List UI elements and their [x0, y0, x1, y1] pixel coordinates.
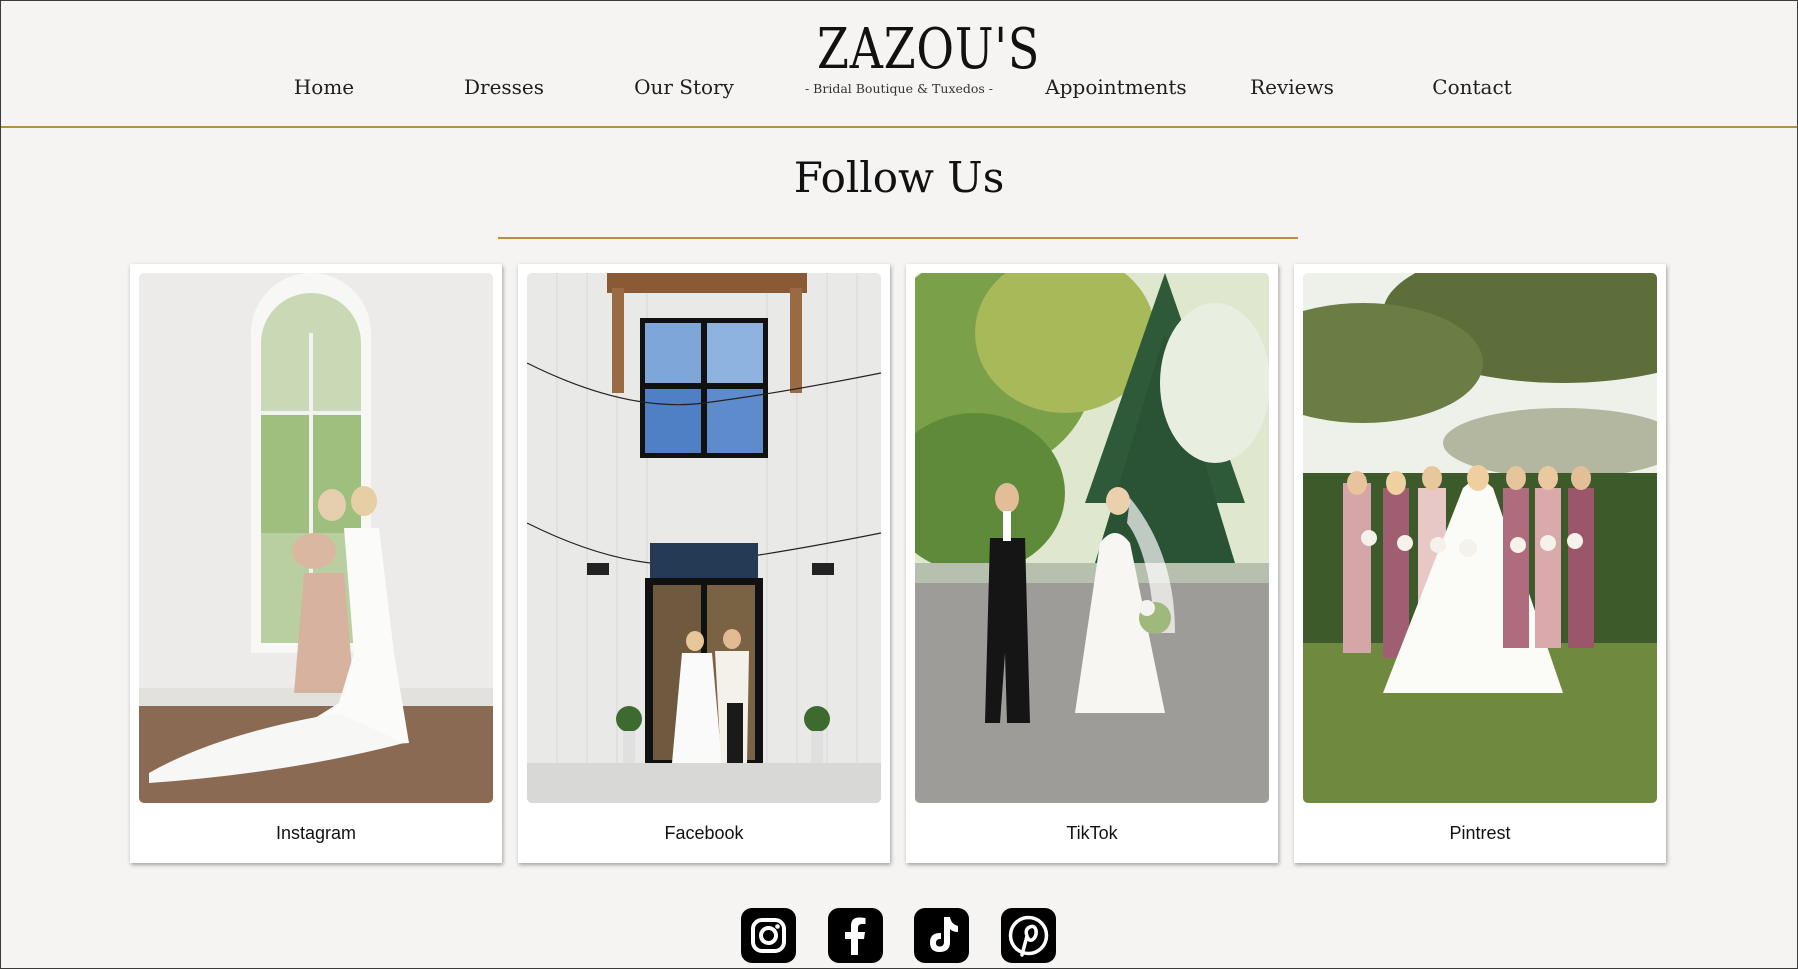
- nav-reviews[interactable]: Reviews: [1250, 75, 1334, 99]
- bridal-party-photo: [1303, 273, 1657, 803]
- tiktok-card[interactable]: TikTok: [906, 264, 1278, 863]
- card-label-pintrest: Pintrest: [1449, 823, 1511, 843]
- bride-getting-dressed-photo: [139, 273, 493, 803]
- tiktok-icon[interactable]: [914, 908, 969, 963]
- nav-our-story[interactable]: Our Story: [634, 75, 734, 99]
- nav-contact[interactable]: Contact: [1432, 75, 1511, 99]
- card-label-tiktok: TikTok: [1066, 823, 1118, 843]
- nav-appointments[interactable]: Appointments: [1045, 75, 1186, 99]
- facebook-card[interactable]: Facebook: [518, 264, 890, 863]
- card-label-facebook: Facebook: [664, 823, 744, 843]
- follow-us-heading: Follow Us: [793, 153, 1005, 202]
- logo-tagline: - Bridal Boutique & Tuxedos -: [804, 81, 994, 96]
- page: Home Dresses Our Story ZAZOU'S - Bridal …: [1, 1, 1797, 968]
- nav-dresses[interactable]: Dresses: [464, 75, 544, 99]
- instagram-icon[interactable]: [741, 908, 796, 963]
- heading-divider: [498, 237, 1298, 239]
- card-label-instagram: Instagram: [275, 823, 357, 843]
- facebook-icon[interactable]: [828, 908, 883, 963]
- couple-walking-photo: [915, 273, 1269, 803]
- nav-home[interactable]: Home: [294, 75, 354, 99]
- logo[interactable]: ZAZOU'S - Bridal Boutique & Tuxedos -: [799, 17, 1041, 109]
- couple-at-barn-doors-photo: [527, 273, 881, 803]
- pintrest-card[interactable]: Pintrest: [1294, 264, 1666, 863]
- instagram-card[interactable]: Instagram: [130, 264, 502, 863]
- pinterest-icon[interactable]: [1001, 908, 1056, 963]
- logo-name: ZAZOU'S: [817, 17, 1041, 82]
- site-header: Home Dresses Our Story ZAZOU'S - Bridal …: [1, 1, 1797, 128]
